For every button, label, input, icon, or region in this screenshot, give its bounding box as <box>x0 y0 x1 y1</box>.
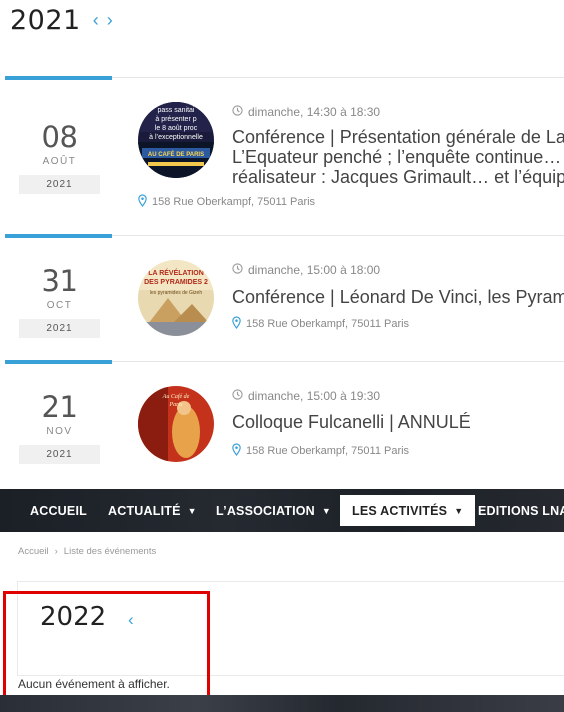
chevron-down-icon: ▼ <box>321 505 332 516</box>
event-title-line: Conférence | Présentation générale de La <box>232 127 564 147</box>
nav-item-label: ACTUALITÉ <box>108 503 181 518</box>
event-title[interactable]: Colloque Fulcanelli | ANNULÉ <box>232 412 564 432</box>
event-item[interactable]: 21 NOV 2021 Au Café de Paris dimanche, 1… <box>5 360 564 489</box>
event-date: 31 OCT 2021 <box>19 267 100 338</box>
event-day: 31 <box>41 264 78 298</box>
event-address-text: 158 Rue Oberkampf, 75011 Paris <box>246 445 410 457</box>
thumb-text: Paris <box>168 402 183 408</box>
event-month: OCT <box>46 300 73 311</box>
breadcrumb-current: Liste des événements <box>63 546 157 557</box>
nav-item-actualite[interactable]: ACTUALITÉ ▼ <box>108 495 197 526</box>
thumb-text: AU CAFÉ DE PARIS <box>148 150 204 158</box>
nav-item-label: L’ASSOCIATION <box>216 503 315 518</box>
event-thumbnail[interactable]: pass sanitai à présenter p le 8 août pro… <box>138 102 214 178</box>
clock-icon <box>232 105 243 119</box>
clock-icon <box>232 389 243 403</box>
year-heading: 2021 <box>10 4 81 36</box>
event-item[interactable]: 08 AOÛT 2021 pass sanitai à présenter p … <box>5 76 564 235</box>
nav-item-activites[interactable]: LES ACTIVITÉS ▼ <box>340 495 476 526</box>
event-time: dimanche, 15:00 à 18:00 <box>232 263 380 277</box>
thumb-text: à l’exceptionnelle <box>149 134 203 141</box>
location-pin-icon <box>231 316 242 332</box>
event-thumbnail[interactable]: LA RÉVÉLATION DES PYRAMIDES 2 les pyrami… <box>138 260 214 336</box>
next-year-arrow-icon[interactable]: › <box>107 11 113 29</box>
nav-item-editions[interactable]: EDITIONS LNA <box>478 495 564 526</box>
thumb-text: Au Café de <box>162 393 190 400</box>
nav-item-accueil[interactable]: ACCUEIL <box>30 495 87 526</box>
location-pin-icon <box>231 443 242 459</box>
chevron-down-icon: ▼ <box>454 505 464 516</box>
clock-icon <box>232 263 243 277</box>
event-accent-bar <box>5 234 112 238</box>
chevron-down-icon: ▼ <box>187 505 197 516</box>
event-title-line: L’Equateur penché ; l’enquête continue… … <box>232 147 564 167</box>
event-address: 158 Rue Oberkampf, 75011 Paris <box>137 194 315 210</box>
thumb-text: DES PYRAMIDES 2 <box>144 279 208 286</box>
event-address-text: 158 Rue Oberkampf, 75011 Paris <box>152 196 316 208</box>
thumb-text: les pyramides de Gizeh <box>150 290 202 296</box>
thumb-text: LA RÉVÉLATION <box>148 268 204 277</box>
thumb-text: à présenter p <box>155 116 196 123</box>
event-address: 158 Rue Oberkampf, 75011 Paris <box>231 443 409 459</box>
nav-item-association[interactable]: L’ASSOCIATION ▼ <box>216 495 331 526</box>
footer-background <box>0 695 564 712</box>
event-address-text: 158 Rue Oberkampf, 75011 Paris <box>246 318 410 330</box>
year-navigation: 2021 ‹ › <box>10 4 113 36</box>
event-accent-bar <box>5 360 112 364</box>
event-title[interactable]: Conférence | Présentation générale de La… <box>232 127 564 187</box>
event-day: 08 <box>41 120 78 154</box>
event-item[interactable]: 31 OCT 2021 LA RÉVÉLATION DES PYRAMIDES … <box>5 234 564 361</box>
event-year: 2021 <box>19 445 100 464</box>
highlight-box <box>3 591 210 702</box>
event-time-text: dimanche, 14:30 à 18:30 <box>248 105 381 119</box>
event-month: NOV <box>46 426 73 437</box>
event-accent-bar <box>5 76 112 80</box>
event-title-line: réalisateur : Jacques Grimault… et l’équ… <box>232 167 564 187</box>
event-time-text: dimanche, 15:00 à 19:30 <box>248 389 381 403</box>
event-time: dimanche, 15:00 à 19:30 <box>232 389 380 403</box>
breadcrumb-home-link[interactable]: Accueil <box>18 546 49 557</box>
event-time: dimanche, 14:30 à 18:30 <box>232 105 380 119</box>
event-month: AOÛT <box>42 156 77 167</box>
event-year: 2021 <box>19 319 100 338</box>
event-title[interactable]: Conférence | Léonard De Vinci, les Pyram… <box>232 287 564 307</box>
event-address: 158 Rue Oberkampf, 75011 Paris <box>231 316 409 332</box>
breadcrumb-separator: › <box>54 546 58 557</box>
event-date: 21 NOV 2021 <box>19 393 100 464</box>
thumb-text: pass sanitai <box>158 107 195 114</box>
previous-year-arrow-icon[interactable]: ‹ <box>93 11 99 29</box>
event-year: 2021 <box>19 175 100 194</box>
event-time-text: dimanche, 15:00 à 18:00 <box>248 263 381 277</box>
event-title-line: Conférence | Léonard De Vinci, les Pyram… <box>232 287 564 307</box>
main-navigation: ACCUEIL ACTUALITÉ ▼ L’ASSOCIATION ▼ LES … <box>0 489 564 532</box>
event-day: 21 <box>41 390 78 424</box>
nav-item-label: LES ACTIVITÉS <box>352 503 448 518</box>
thumb-text: le 8 août proc <box>155 125 198 132</box>
event-thumbnail[interactable]: Au Café de Paris <box>138 386 214 462</box>
location-pin-icon <box>137 194 148 210</box>
event-date: 08 AOÛT 2021 <box>19 123 100 194</box>
nav-item-label: ACCUEIL <box>30 503 87 518</box>
breadcrumb: Accueil › Liste des événements <box>18 546 156 557</box>
event-title-line: Colloque Fulcanelli | ANNULÉ <box>232 412 471 432</box>
nav-item-label: EDITIONS LNA <box>478 503 564 518</box>
